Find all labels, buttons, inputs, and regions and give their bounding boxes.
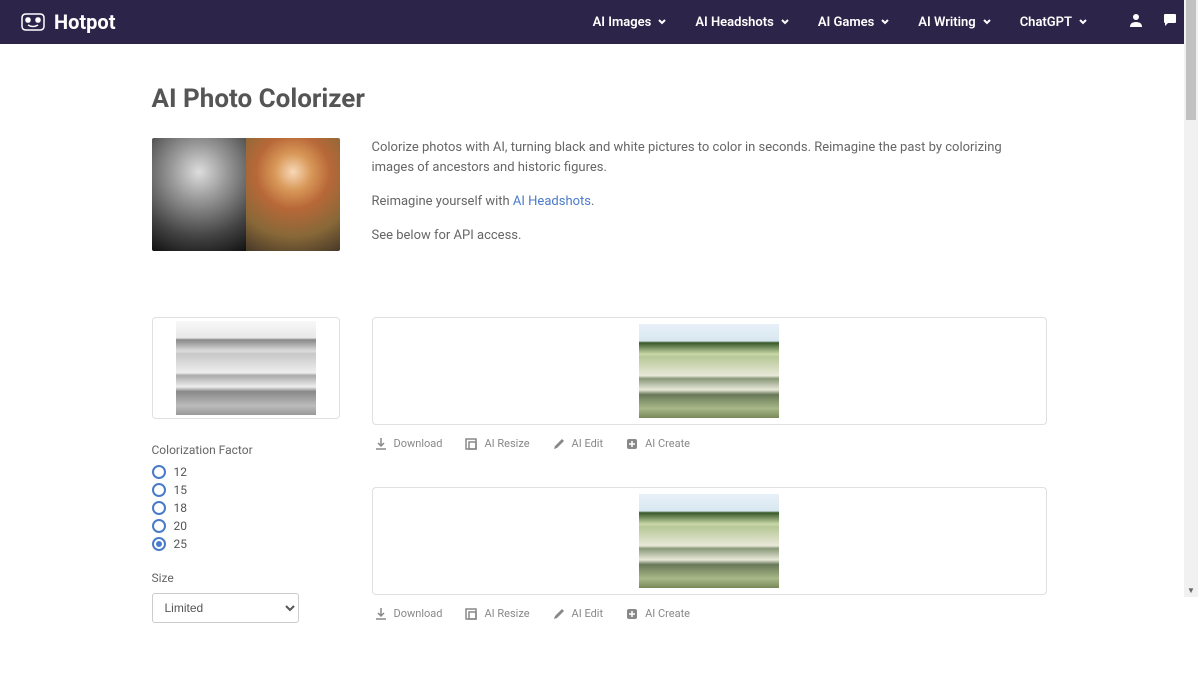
resize-icon: [464, 437, 478, 451]
chevron-down-icon: [982, 17, 992, 27]
input-thumbnail: [176, 321, 316, 415]
input-image-card[interactable]: [152, 317, 340, 419]
factor-option-12[interactable]: 12: [152, 465, 340, 479]
resize-icon: [464, 607, 478, 621]
brand-logo[interactable]: Hotpot: [20, 10, 115, 34]
size-label: Size: [152, 571, 340, 585]
result-card-2: [372, 487, 1047, 595]
result-image-2: [639, 494, 779, 588]
download-icon: [374, 607, 388, 621]
factor-option-20[interactable]: 20: [152, 519, 340, 533]
create-icon: [625, 607, 639, 621]
results-panel: Download AI Resize AI Edit AI Create: [372, 317, 1047, 657]
intro-paragraph-2: Reimagine yourself with AI Headshots.: [372, 192, 1047, 212]
chevron-down-icon: [657, 17, 667, 27]
chevron-down-icon: [780, 17, 790, 27]
colorization-factor-label: Colorization Factor: [152, 443, 340, 457]
chat-icon[interactable]: [1162, 12, 1178, 32]
ai-edit-button[interactable]: AI Edit: [552, 437, 604, 451]
scroll-down-arrow[interactable]: ▼: [1184, 583, 1198, 597]
intro-paragraph-3: See below for API access.: [372, 226, 1047, 246]
factor-option-15[interactable]: 15: [152, 483, 340, 497]
size-select[interactable]: Limited: [152, 593, 299, 623]
ai-create-button[interactable]: AI Create: [625, 437, 690, 451]
ai-resize-button[interactable]: AI Resize: [464, 437, 529, 451]
user-account-icon[interactable]: [1128, 12, 1144, 32]
nav-chatgpt[interactable]: ChatGPT: [1020, 15, 1088, 30]
create-icon: [625, 437, 639, 451]
nav-ai-images[interactable]: AI Images: [593, 15, 668, 30]
hero-comparison-image: [152, 138, 340, 251]
nav-ai-games[interactable]: AI Games: [818, 15, 890, 30]
factor-option-18[interactable]: 18: [152, 501, 340, 515]
page-title: AI Photo Colorizer: [152, 84, 1047, 114]
colorization-factor-group: 12 15 18 20 25: [152, 465, 340, 551]
ai-headshots-link[interactable]: AI Headshots: [513, 194, 591, 209]
intro-paragraph-1: Colorize photos with AI, turning black a…: [372, 138, 1047, 178]
nav-ai-writing[interactable]: AI Writing: [918, 15, 991, 30]
result-1-actions: Download AI Resize AI Edit AI Create: [372, 437, 1047, 451]
factor-option-25[interactable]: 25: [152, 537, 340, 551]
result-card-1: [372, 317, 1047, 425]
vertical-scrollbar[interactable]: ▼: [1184, 0, 1198, 597]
scrollbar-thumb[interactable]: [1186, 0, 1196, 120]
top-nav: Hotpot AI Images AI Headshots AI Games A…: [0, 0, 1198, 44]
download-icon: [374, 437, 388, 451]
result-image-1: [639, 324, 779, 418]
intro-text: Colorize photos with AI, turning black a…: [372, 138, 1047, 261]
controls-panel: Colorization Factor 12 15 18 20 25 Size …: [152, 317, 340, 657]
ai-create-button[interactable]: AI Create: [625, 607, 690, 621]
ai-resize-button[interactable]: AI Resize: [464, 607, 529, 621]
edit-icon: [552, 437, 566, 451]
intro-section: Colorize photos with AI, turning black a…: [152, 138, 1047, 261]
download-button[interactable]: Download: [374, 607, 443, 621]
main-nav: AI Images AI Headshots AI Games AI Writi…: [593, 12, 1178, 32]
edit-icon: [552, 607, 566, 621]
nav-ai-headshots[interactable]: AI Headshots: [695, 15, 790, 30]
chevron-down-icon: [1078, 17, 1088, 27]
brand-name: Hotpot: [54, 10, 115, 34]
result-2-actions: Download AI Resize AI Edit AI Create: [372, 607, 1047, 621]
ai-edit-button[interactable]: AI Edit: [552, 607, 604, 621]
hotpot-logo-icon: [20, 12, 46, 32]
chevron-down-icon: [880, 17, 890, 27]
download-button[interactable]: Download: [374, 437, 443, 451]
